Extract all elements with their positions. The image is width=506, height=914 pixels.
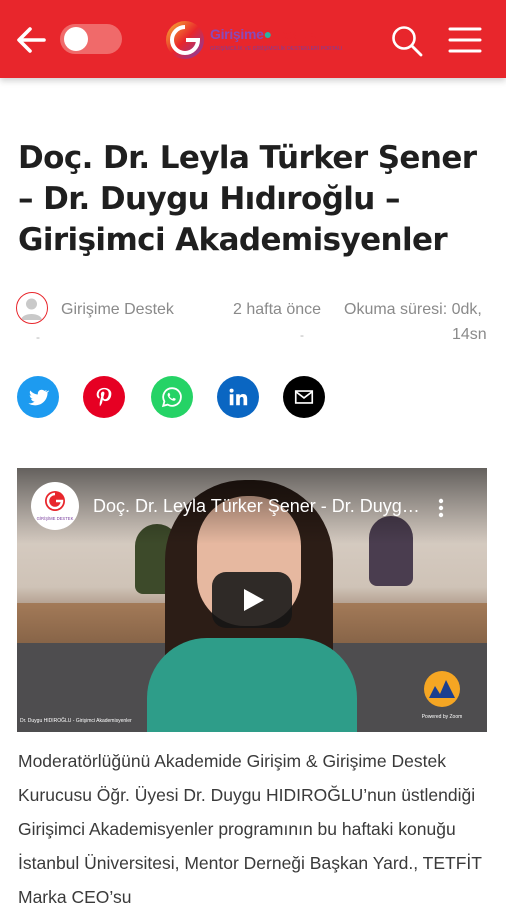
envelope-icon bbox=[294, 390, 314, 404]
back-button[interactable] bbox=[14, 24, 48, 56]
channel-logo-icon: GİRİŞİME DESTEK bbox=[37, 491, 74, 521]
site-header: Girişime●Destek GİRİŞİMCİLİK VE GİRİŞİMC… bbox=[0, 0, 506, 78]
meta-separator: - bbox=[300, 328, 304, 342]
vertical-dots-icon bbox=[438, 498, 444, 518]
channel-logo-text: GİRİŞİME DESTEK bbox=[37, 516, 74, 521]
video-speaker-body bbox=[147, 638, 357, 732]
video-player[interactable]: GİRİŞİME DESTEK Doç. Dr. Leyla Türker Şe… bbox=[17, 468, 487, 732]
toggle-knob bbox=[64, 27, 88, 51]
logo-mark-icon bbox=[166, 21, 204, 59]
arrow-left-icon bbox=[17, 27, 46, 53]
logo-name-part2: Destek bbox=[271, 26, 316, 42]
logo-tagline: GİRİŞİMCİLİK VE GİRİŞİMCİLİK DESTEKLERİ … bbox=[210, 46, 343, 52]
meta-separator: - bbox=[36, 330, 40, 344]
dark-mode-toggle[interactable] bbox=[60, 24, 122, 54]
zoom-badge-icon: Powered by Zoom bbox=[422, 671, 463, 720]
linkedin-icon bbox=[229, 388, 248, 406]
menu-button[interactable] bbox=[448, 26, 482, 54]
hamburger-menu-icon bbox=[448, 27, 482, 53]
video-zoom-badge: Powered by Zoom bbox=[419, 668, 465, 722]
twitter-icon bbox=[28, 389, 49, 406]
whatsapp-icon bbox=[161, 387, 182, 408]
share-whatsapp-button[interactable] bbox=[151, 376, 193, 418]
share-twitter-button[interactable] bbox=[17, 376, 59, 418]
video-title[interactable]: Doç. Dr. Leyla Türker Şener - Dr. Duygu … bbox=[93, 496, 423, 517]
site-logo[interactable]: Girişime●Destek GİRİŞİMCİLİK VE GİRİŞİMC… bbox=[164, 17, 344, 61]
video-channel-avatar[interactable]: GİRİŞİME DESTEK bbox=[31, 482, 79, 530]
article-body: Moderatörlüğünü Akademide Girişim & Giri… bbox=[18, 751, 482, 907]
share-linkedin-button[interactable] bbox=[217, 376, 259, 418]
publish-date: 2 hafta önce bbox=[233, 301, 322, 318]
share-email-button[interactable] bbox=[283, 376, 325, 418]
search-icon bbox=[392, 26, 423, 57]
logo-name-part1: Girişime bbox=[210, 26, 264, 42]
video-play-button[interactable] bbox=[212, 572, 292, 628]
video-more-button[interactable] bbox=[435, 496, 447, 520]
reading-time-seconds: 14sn bbox=[452, 326, 487, 343]
user-icon bbox=[21, 298, 42, 320]
logo-dot: ● bbox=[263, 26, 272, 42]
search-button[interactable] bbox=[390, 24, 424, 58]
video-speaker-caption: Dr. Duygu HIDIROĞLU - Girişimci Akademis… bbox=[20, 718, 132, 724]
reading-time: Okuma süresi: 0dk, bbox=[344, 301, 482, 318]
author-avatar[interactable] bbox=[16, 292, 48, 324]
logo-name: Girişime●Destek bbox=[210, 26, 316, 42]
author-name[interactable]: Girişime Destek bbox=[61, 301, 174, 319]
share-pinterest-button[interactable] bbox=[83, 376, 125, 418]
article-title: Doç. Dr. Leyla Türker Şener – Dr. Duygu … bbox=[18, 140, 477, 258]
pinterest-icon bbox=[96, 387, 112, 407]
zoom-badge-text: Powered by Zoom bbox=[422, 714, 463, 720]
play-icon bbox=[244, 589, 264, 611]
